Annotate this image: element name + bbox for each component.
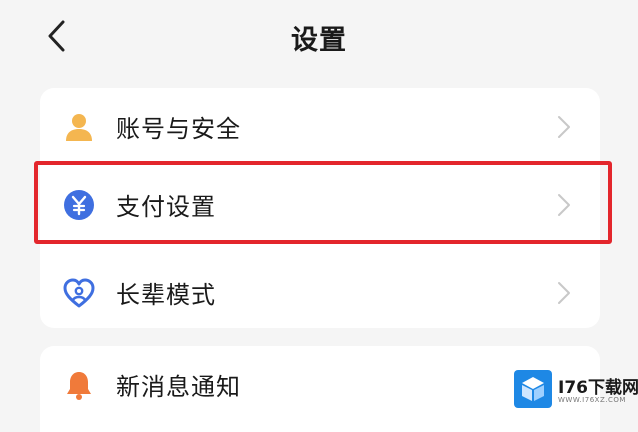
chevron-right-icon xyxy=(558,282,570,304)
watermark: I76下载网 WWW.I76XZ.COM xyxy=(512,368,638,410)
chevron-right-icon xyxy=(558,116,570,138)
highlight-box xyxy=(34,161,612,244)
heart-icon xyxy=(62,276,96,310)
menu-item-label: 新消息通知 xyxy=(116,373,241,401)
menu-item-account-security[interactable]: 账号与安全 xyxy=(40,88,600,166)
bell-icon xyxy=(62,368,96,402)
top-bar: 设置 xyxy=(0,0,638,75)
menu-item-elder-mode[interactable]: 长辈模式 xyxy=(40,254,600,332)
watermark-title: I76下载网 xyxy=(558,378,638,398)
watermark-logo-icon xyxy=(514,370,552,408)
watermark-subtitle: WWW.I76XZ.COM xyxy=(558,396,626,404)
page-title: 设置 xyxy=(291,25,347,56)
user-icon xyxy=(62,110,96,144)
menu-item-label: 长辈模式 xyxy=(116,281,216,309)
settings-screen: 设置 账号与安全 支付设置 长辈模式 新消息通知 I76下载网 WWW.I76X… xyxy=(0,0,638,432)
menu-item-label: 账号与安全 xyxy=(116,115,241,143)
